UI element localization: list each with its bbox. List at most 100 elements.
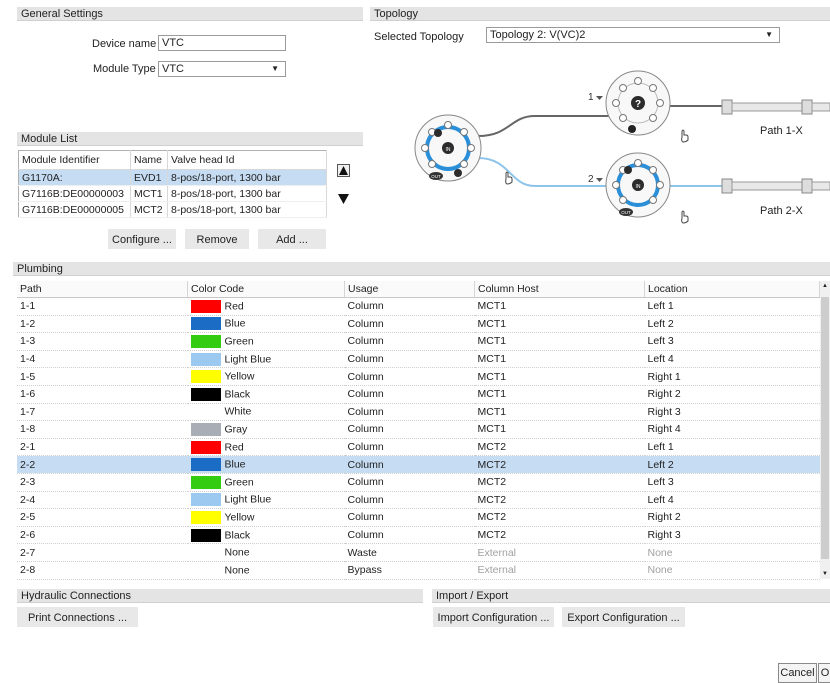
- col-usage[interactable]: Usage: [344, 281, 475, 298]
- cell-color-code[interactable]: Gray: [187, 420, 345, 439]
- path2-label: Path 2-X: [760, 205, 803, 217]
- color-label: Red: [224, 440, 244, 453]
- table-row[interactable]: 1-5 Yellow Column MCT1 Right 1: [17, 367, 820, 386]
- path1-dropdown-icon[interactable]: [596, 96, 603, 100]
- cell-color-code[interactable]: Yellow: [187, 508, 345, 527]
- cell-color-code[interactable]: Yellow: [187, 367, 345, 386]
- table-row[interactable]: 1-8 Gray Column MCT1 Right 4: [17, 420, 820, 439]
- export-configuration-button[interactable]: Export Configuration ...: [562, 607, 685, 627]
- cell-color-code[interactable]: White: [187, 403, 345, 422]
- color-swatch: [190, 440, 221, 454]
- col-color-code[interactable]: Color Code: [187, 281, 345, 298]
- color-swatch: [190, 387, 221, 401]
- cell-column-host: MCT1: [474, 332, 645, 351]
- cell-location: Left 1: [644, 297, 820, 316]
- cell-color-code[interactable]: Green: [187, 332, 345, 351]
- column-path2-icon[interactable]: [721, 178, 830, 194]
- cell-column-host: MCT1: [474, 350, 645, 369]
- cell-color-code[interactable]: Red: [187, 297, 345, 316]
- path2-dropdown-icon[interactable]: [596, 178, 603, 182]
- scroll-thumb[interactable]: [821, 297, 829, 559]
- table-row[interactable]: 2-2 Blue Column MCT2 Left 2: [17, 455, 820, 474]
- cell-color-code[interactable]: Black: [187, 526, 345, 545]
- cell-location: Right 2: [644, 508, 820, 527]
- cell-column-host: MCT2: [474, 508, 645, 527]
- plumbing-scrollbar[interactable]: ▲ ▼: [820, 281, 830, 579]
- col-name[interactable]: Name: [130, 150, 168, 170]
- cell-location: None: [644, 543, 820, 562]
- module-type-select[interactable]: VTC ▼: [158, 61, 286, 77]
- column-path1-icon[interactable]: [721, 99, 830, 115]
- col-column-host[interactable]: Column Host: [474, 281, 645, 298]
- cell-color-code[interactable]: Light Blue: [187, 350, 345, 369]
- table-row[interactable]: 2-6 Black Column MCT2 Right 3: [17, 526, 820, 545]
- cell-location: Left 3: [644, 332, 820, 351]
- path2-number: 2: [588, 174, 594, 185]
- cell-usage: Column: [344, 350, 475, 369]
- cell-color-code[interactable]: None: [187, 543, 345, 562]
- selected-topology-label: Selected Topology: [374, 31, 464, 43]
- topology-select[interactable]: Topology 2: V(VC)2 ▼: [486, 27, 780, 43]
- chevron-down-icon: ▼: [765, 30, 773, 39]
- table-row[interactable]: 2-4 Light Blue Column MCT2 Left 4: [17, 491, 820, 510]
- table-row[interactable]: 1-2 Blue Column MCT1 Left 2: [17, 315, 820, 334]
- main-valve-out-label: OUT: [431, 174, 441, 179]
- valve-2-in-label: IN: [636, 184, 641, 190]
- color-label: Gray: [224, 423, 248, 436]
- cell-color-code[interactable]: Light Blue: [187, 491, 345, 510]
- cell-usage: Column: [344, 403, 475, 422]
- table-row[interactable]: 1-6 Black Column MCT1 Right 2: [17, 385, 820, 404]
- col-location[interactable]: Location: [644, 281, 820, 298]
- scroll-up-icon[interactable]: ▲: [822, 283, 828, 289]
- cell-color-code[interactable]: Blue: [187, 315, 345, 334]
- table-row[interactable]: 1-3 Green Column MCT1 Left 3: [17, 332, 820, 351]
- col-path[interactable]: Path: [17, 281, 188, 298]
- device-name-input[interactable]: VTC: [158, 35, 286, 51]
- color-swatch: [190, 405, 221, 419]
- table-row[interactable]: 2-1 Red Column MCT2 Left 1: [17, 438, 820, 457]
- plumbing-table: Path Color Code Usage Column Host Locati…: [17, 281, 820, 580]
- cell-location: Left 4: [644, 491, 820, 510]
- color-swatch: [190, 458, 221, 472]
- table-row[interactable]: 1-4 Light Blue Column MCT1 Left 4: [17, 350, 820, 369]
- col-valve-head-id[interactable]: Valve head Id: [167, 150, 327, 170]
- cell-usage: Column: [344, 508, 475, 527]
- cell-column-host: External: [474, 543, 645, 562]
- print-connections-button[interactable]: Print Connections ...: [17, 607, 138, 627]
- scroll-down-icon[interactable]: ▼: [822, 571, 828, 577]
- table-row[interactable]: 2-7 None Waste External None: [17, 543, 820, 562]
- table-row[interactable]: 1-1 Red Column MCT1 Left 1: [17, 297, 820, 316]
- cell-usage: Column: [344, 420, 475, 439]
- table-row[interactable]: G1170A: EVD1 8-pos/18-port, 1300 bar: [18, 169, 327, 186]
- table-row[interactable]: 2-5 Yellow Column MCT2 Right 2: [17, 508, 820, 527]
- color-label: White: [224, 405, 252, 418]
- cell-valve: 8-pos/18-port, 1300 bar: [167, 169, 327, 186]
- color-label: Green: [224, 335, 254, 348]
- move-down-button[interactable]: [337, 193, 350, 206]
- remove-button[interactable]: Remove: [185, 229, 249, 249]
- chevron-down-icon: ▼: [271, 64, 279, 73]
- cell-color-code[interactable]: None: [187, 561, 345, 580]
- ok-button[interactable]: O: [818, 663, 830, 683]
- color-swatch: [190, 422, 221, 436]
- configure-button[interactable]: Configure ...: [108, 229, 176, 249]
- cell-color-code[interactable]: Blue: [187, 455, 345, 474]
- cell-name: MCT2: [130, 201, 168, 218]
- table-row[interactable]: G7116B:DE00000003 MCT1 8-pos/18-port, 13…: [18, 185, 327, 202]
- cell-color-code[interactable]: Black: [187, 385, 345, 404]
- cell-column-host: MCT1: [474, 385, 645, 404]
- move-up-button[interactable]: [337, 164, 350, 177]
- color-label: Blue: [224, 317, 246, 330]
- table-row[interactable]: 1-7 White Column MCT1 Right 3: [17, 403, 820, 422]
- cell-color-code[interactable]: Green: [187, 473, 345, 492]
- color-label: Black: [224, 388, 251, 401]
- cancel-button[interactable]: Cancel: [778, 663, 817, 683]
- cell-color-code[interactable]: Red: [187, 438, 345, 457]
- table-row[interactable]: 2-3 Green Column MCT2 Left 3: [17, 473, 820, 492]
- table-row[interactable]: 2-8 None Bypass External None: [17, 561, 820, 580]
- import-configuration-button[interactable]: Import Configuration ...: [433, 607, 554, 627]
- table-row[interactable]: G7116B:DE00000005 MCT2 8-pos/18-port, 13…: [18, 201, 327, 218]
- add-button[interactable]: Add ...: [258, 229, 326, 249]
- cell-valve: 8-pos/18-port, 1300 bar: [167, 185, 327, 202]
- col-module-identifier[interactable]: Module Identifier: [18, 150, 131, 170]
